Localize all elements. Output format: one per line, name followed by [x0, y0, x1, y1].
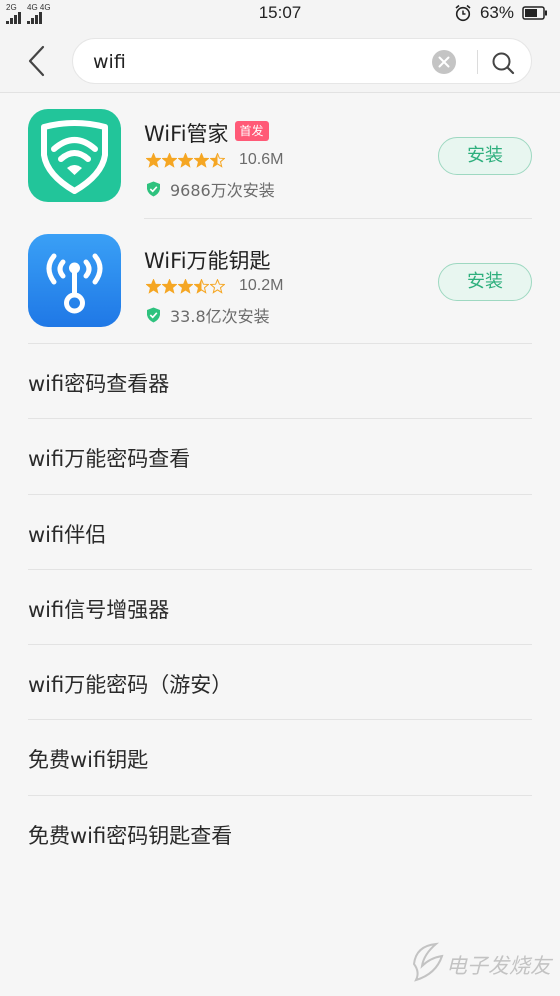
suggestion-text: wifi万能密码（游安） [28, 673, 233, 697]
star-full-icon [178, 152, 193, 168]
battery-icon [522, 6, 547, 20]
app-name: WiFi万能钥匙 [144, 249, 271, 273]
install-row: 33.8亿次安装 [146, 303, 270, 327]
install-button[interactable]: 安装 [438, 263, 532, 301]
status-right: 63% [454, 3, 548, 23]
first-release-badge: 首发 [234, 121, 269, 141]
rating-stars [146, 278, 225, 294]
search-divider [477, 50, 478, 74]
suggestion-text: 免费wifi钥匙 [28, 748, 149, 772]
star-full-icon [178, 278, 193, 294]
alarm-icon [455, 4, 471, 22]
shield-icon [147, 307, 160, 323]
battery-percent: 63% [479, 3, 514, 22]
search-icon [492, 52, 515, 75]
rating-row: 10.2M [146, 277, 283, 295]
watermark: 电子发烧友 [410, 940, 551, 988]
suggestion-text: wifi密码查看器 [28, 372, 170, 396]
app-size: 10.6M [239, 151, 284, 168]
suggestion-item[interactable]: 免费wifi密码钥匙查看 [0, 796, 560, 871]
wifi-master-key-icon[interactable] [28, 234, 121, 327]
clear-button[interactable] [432, 50, 456, 74]
search-header [0, 30, 560, 92]
star-empty-icon [210, 278, 225, 294]
star-half-icon [194, 278, 209, 294]
status-bar: 2G 4G 4G 15:07 63% [0, 0, 560, 30]
search-box[interactable] [72, 38, 532, 84]
wifi-manager-icon[interactable] [28, 109, 121, 202]
suggestion-text: wifi信号增强器 [28, 598, 170, 622]
app-size: 10.2M [239, 277, 284, 294]
suggestion-item[interactable]: wifi万能密码（游安） [0, 645, 560, 720]
install-count: 33.8亿次安装 [170, 307, 270, 326]
star-full-icon [194, 152, 209, 168]
suggestion-text: 免费wifi密码钥匙查看 [28, 824, 233, 848]
app-result[interactable]: WiFi管家 首发 10.6M 9686万次安装 安装 [0, 93, 560, 218]
search-button[interactable] [489, 49, 517, 77]
install-button[interactable]: 安装 [438, 137, 532, 175]
rating-row: 10.6M [146, 151, 283, 169]
star-half-icon [210, 152, 225, 168]
rating-stars [146, 152, 225, 168]
suggestion-item[interactable]: wifi信号增强器 [0, 570, 560, 645]
suggestion-item[interactable]: 免费wifi钥匙 [0, 720, 560, 795]
app-name: WiFi管家 [144, 122, 229, 146]
star-full-icon [162, 152, 177, 168]
suggestion-item[interactable]: wifi伴侣 [0, 495, 560, 570]
suggestion-text: wifi万能密码查看 [28, 447, 191, 471]
suggestion-text: wifi伴侣 [28, 523, 107, 547]
install-row: 9686万次安装 [146, 177, 275, 201]
back-arrow-icon [28, 45, 45, 77]
star-full-icon [146, 278, 161, 294]
clear-icon [438, 56, 450, 68]
shield-icon [147, 181, 160, 197]
install-count: 9686万次安装 [170, 181, 275, 200]
star-full-icon [146, 152, 161, 168]
app-result[interactable]: WiFi万能钥匙 10.2M 33.8亿次安装 安装 [0, 219, 560, 344]
suggestion-item[interactable]: wifi万能密码查看 [0, 419, 560, 494]
watermark-text: 电子发烧友 [446, 954, 551, 978]
back-button[interactable] [20, 42, 54, 80]
watermark-logo-icon [412, 942, 444, 982]
star-full-icon [162, 278, 177, 294]
search-input[interactable] [93, 48, 413, 76]
suggestion-item[interactable]: wifi密码查看器 [0, 344, 560, 419]
